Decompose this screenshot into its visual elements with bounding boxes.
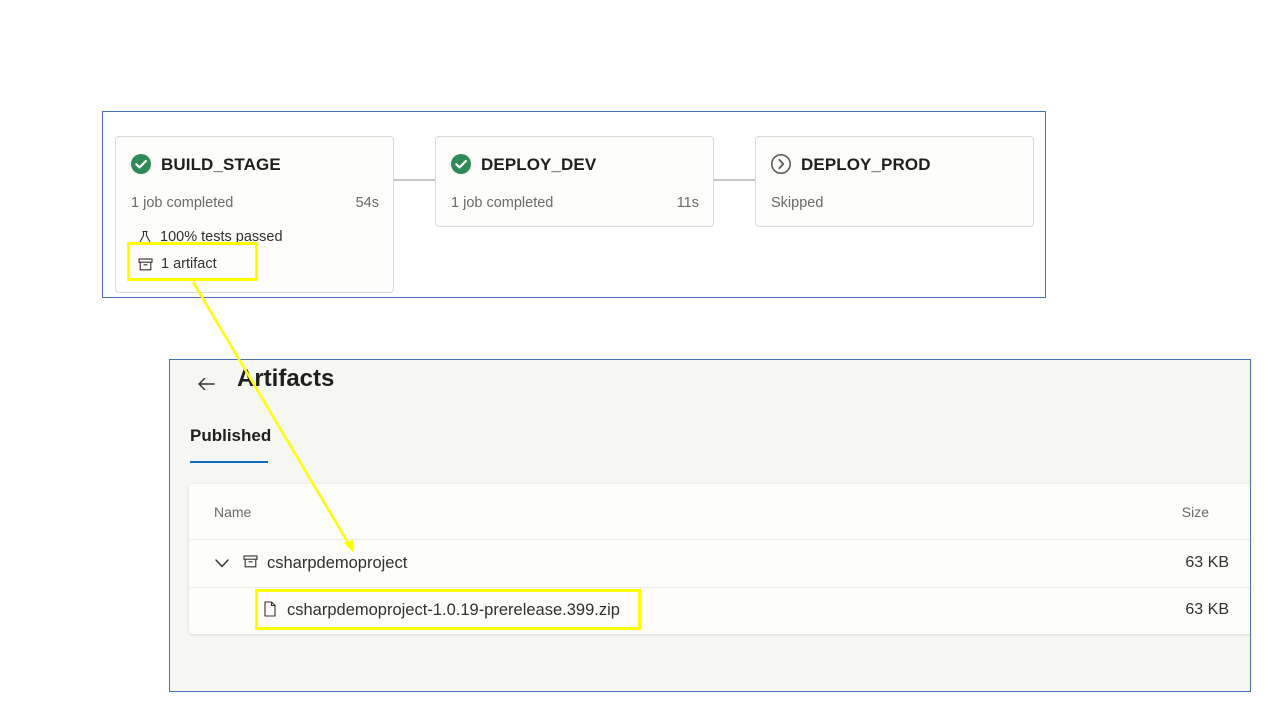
back-button[interactable]: [194, 372, 218, 396]
stage-title: DEPLOY_PROD: [801, 155, 931, 174]
stage-job-summary: 1 job completed: [131, 195, 234, 211]
tab-selected-indicator: [190, 461, 268, 463]
check-circle-icon: [131, 154, 151, 174]
stage-job-summary: Skipped: [771, 195, 824, 211]
table-row[interactable]: csharpdemoproject 63 KB: [189, 540, 1250, 587]
artifact-size: 63 KB: [1185, 554, 1229, 571]
stage-title: DEPLOY_DEV: [481, 155, 597, 174]
page-title: Artifacts: [237, 365, 335, 392]
stage-duration: 54s: [355, 195, 379, 211]
column-header-name[interactable]: Name: [214, 504, 251, 520]
artifact-box-icon: [243, 555, 258, 568]
file-highlight-box: [255, 589, 641, 630]
chevron-down-icon[interactable]: [215, 559, 229, 568]
stage-card-deploy-dev[interactable]: DEPLOY_DEV 1 job completed 11s: [435, 136, 714, 227]
artifact-name[interactable]: csharpdemoproject: [267, 554, 407, 573]
artifacts-panel: Artifacts Published Name Size csharpdemo…: [169, 359, 1251, 692]
stage-connector: [714, 179, 755, 181]
arrow-left-icon: [198, 377, 215, 391]
stage-title: BUILD_STAGE: [161, 155, 281, 174]
stage-duration: 11s: [676, 195, 699, 211]
stage-connector: [394, 179, 435, 181]
tab-published[interactable]: Published: [190, 426, 271, 446]
skipped-circle-icon: [771, 154, 791, 174]
column-header-size[interactable]: Size: [1182, 504, 1209, 520]
stage-job-summary: 1 job completed: [451, 195, 554, 211]
check-circle-icon: [451, 154, 471, 174]
artifact-highlight-box: [127, 242, 258, 281]
stage-card-deploy-prod[interactable]: DEPLOY_PROD Skipped: [755, 136, 1034, 227]
file-size: 63 KB: [1185, 601, 1229, 618]
